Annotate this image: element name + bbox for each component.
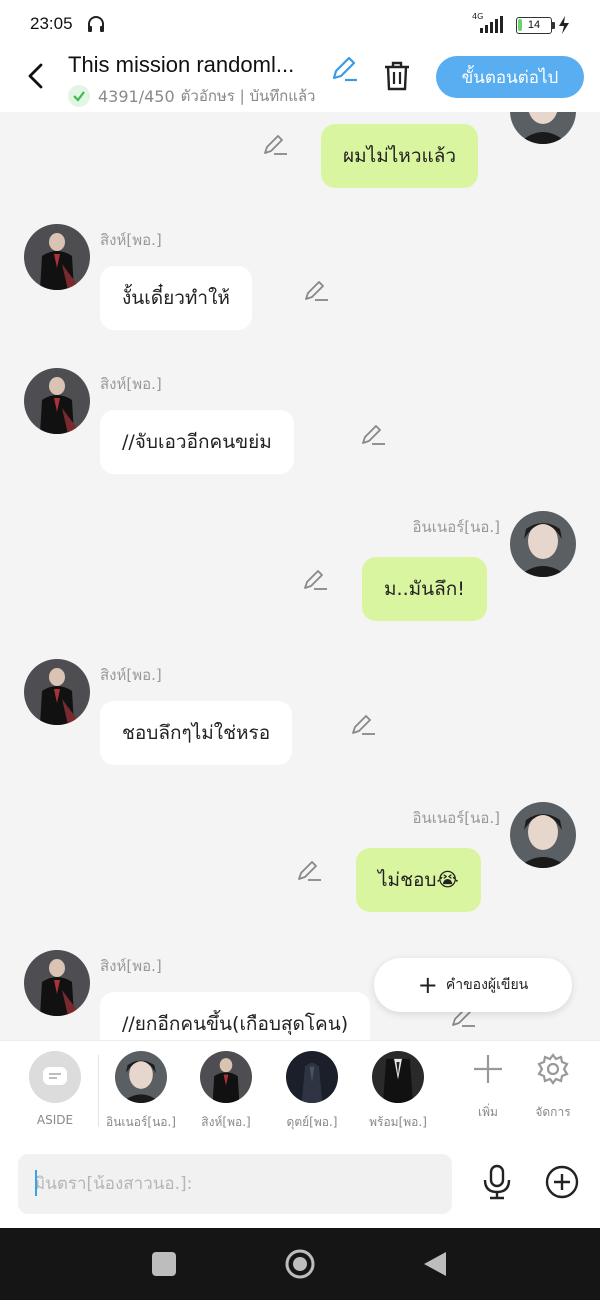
edit-message-pencil-icon[interactable] [262, 132, 288, 160]
character-label: พร้อม[พอ.] [369, 1115, 427, 1129]
manage-characters-button[interactable]: จัดการ [523, 1053, 583, 1122]
plus-circle-icon [545, 1165, 579, 1199]
character-singh[interactable]: สิงห์[พอ.] [184, 1051, 268, 1132]
status-time: 23:05 [30, 14, 73, 33]
edit-message-pencil-icon[interactable] [303, 278, 329, 306]
battery-indicator: 14 [516, 17, 552, 34]
add-label: เพิ่ม [478, 1105, 498, 1119]
story-title[interactable]: This mission randoml... [68, 52, 324, 78]
add-character-button[interactable]: เพิ่ม [458, 1053, 518, 1122]
home-button[interactable] [284, 1248, 316, 1284]
character-label: ASIDE [36, 1113, 74, 1127]
input-bar [0, 1140, 600, 1228]
character-bar: ASIDE อินเนอร์[นอ.] สิงห์[พอ.] ดุตย์[พอ.… [0, 1040, 600, 1140]
status-bar: 23:05 4G 14 [0, 0, 600, 50]
system-nav-bar [0, 1228, 600, 1300]
author-note-label: คำของผู้เขียน [445, 977, 529, 993]
battery-level: 14 [527, 19, 541, 31]
avatar-inner[interactable] [510, 112, 576, 144]
character-aside[interactable]: ASIDE [13, 1051, 97, 1127]
gear-icon [537, 1053, 569, 1085]
avatar [200, 1051, 252, 1103]
avatar-singh[interactable] [24, 950, 90, 1016]
avatar-singh[interactable] [24, 659, 90, 725]
editor-header: This mission randoml... 4391/450 ตัวอักษ… [0, 50, 600, 112]
character-label: สิงห์[พอ.] [201, 1115, 251, 1129]
speaker-name: อินเนอร์[นอ.] [412, 518, 500, 536]
avatar [372, 1051, 424, 1103]
speaker-name: สิงห์[พอ.] [100, 231, 162, 249]
avatar [286, 1051, 338, 1103]
back-arrow-icon [28, 63, 43, 89]
author-note-button[interactable]: + คำของผู้เขียน [374, 958, 572, 1012]
check-icon [68, 85, 90, 107]
back-triangle-icon [424, 1252, 446, 1276]
word-count: 4391/450 [98, 86, 175, 106]
speaker-name: อินเนอร์[นอ.] [412, 809, 500, 827]
message-bubble[interactable]: ไม่ชอบ😭 [356, 848, 481, 912]
avatar-inner[interactable] [510, 511, 576, 577]
message-bubble[interactable]: งั้นเดี๋ยวทำให้ [100, 266, 252, 330]
edit-message-pencil-icon[interactable] [296, 858, 322, 886]
home-icon [285, 1249, 315, 1279]
pencil-icon [332, 56, 357, 82]
character-prom[interactable]: พร้อม[พอ.] [356, 1051, 440, 1132]
edit-title-button[interactable] [330, 54, 358, 86]
save-status: ตัวอักษร | บันทึกแล้ว [180, 87, 316, 105]
attach-button[interactable] [544, 1164, 580, 1204]
system-back-button[interactable] [422, 1250, 448, 1282]
character-inner[interactable]: อินเนอร์[นอ.] [99, 1051, 183, 1132]
character-label: อินเนอร์[นอ.] [106, 1115, 176, 1129]
edit-message-pencil-icon[interactable] [302, 567, 328, 595]
text-caret [35, 1170, 37, 1196]
message-bubble[interactable]: ม..มันลึก! [362, 557, 487, 621]
speaker-name: สิงห์[พอ.] [100, 375, 162, 393]
speaker-name: สิงห์[พอ.] [100, 957, 162, 975]
back-button[interactable] [18, 58, 52, 94]
headphones-icon [86, 14, 106, 38]
message-bubble[interactable]: ชอบลึกๆไม่ใช่หรอ [100, 701, 293, 765]
message-bubble[interactable]: ผมไม่ไหวแล้ว [321, 124, 479, 188]
avatar-singh[interactable] [24, 224, 90, 290]
edit-message-pencil-icon[interactable] [360, 422, 386, 450]
message-input[interactable] [18, 1154, 452, 1214]
avatar-inner[interactable] [510, 802, 576, 868]
avatar-singh[interactable] [24, 368, 90, 434]
plus-icon [474, 1055, 502, 1083]
avatar [115, 1051, 167, 1103]
next-step-button[interactable]: ขั้นตอนต่อไป [436, 56, 584, 98]
edit-message-pencil-icon[interactable] [350, 712, 376, 740]
signal-icon [480, 16, 510, 38]
message-bubble[interactable]: //ยกอีกคนขึ้น(เกือบสุดโคน) [100, 992, 371, 1040]
speaker-name: สิงห์[พอ.] [100, 666, 162, 684]
battery-nub [552, 22, 555, 29]
character-dut[interactable]: ดุตย์[พอ.] [270, 1051, 354, 1132]
chat-area[interactable]: ผมไม่ไหวแล้ว สิงห์[พอ.] งั้นเดี๋ยวทำให้ … [0, 112, 600, 1040]
trash-icon [385, 61, 409, 91]
mic-icon [483, 1164, 511, 1200]
message-bubble[interactable]: //จับเอวอีกคนขย่ม [100, 410, 294, 474]
manage-label: จัดการ [535, 1105, 571, 1119]
plus-icon: + [417, 971, 438, 999]
character-label: ดุตย์[พอ.] [286, 1115, 338, 1129]
delete-button[interactable] [382, 60, 412, 96]
voice-input-button[interactable] [480, 1164, 514, 1204]
aside-icon [29, 1051, 81, 1103]
bolt-icon [558, 16, 570, 38]
word-count-status: 4391/450 ตัวอักษร | บันทึกแล้ว [68, 84, 315, 108]
recents-button[interactable] [152, 1252, 176, 1276]
